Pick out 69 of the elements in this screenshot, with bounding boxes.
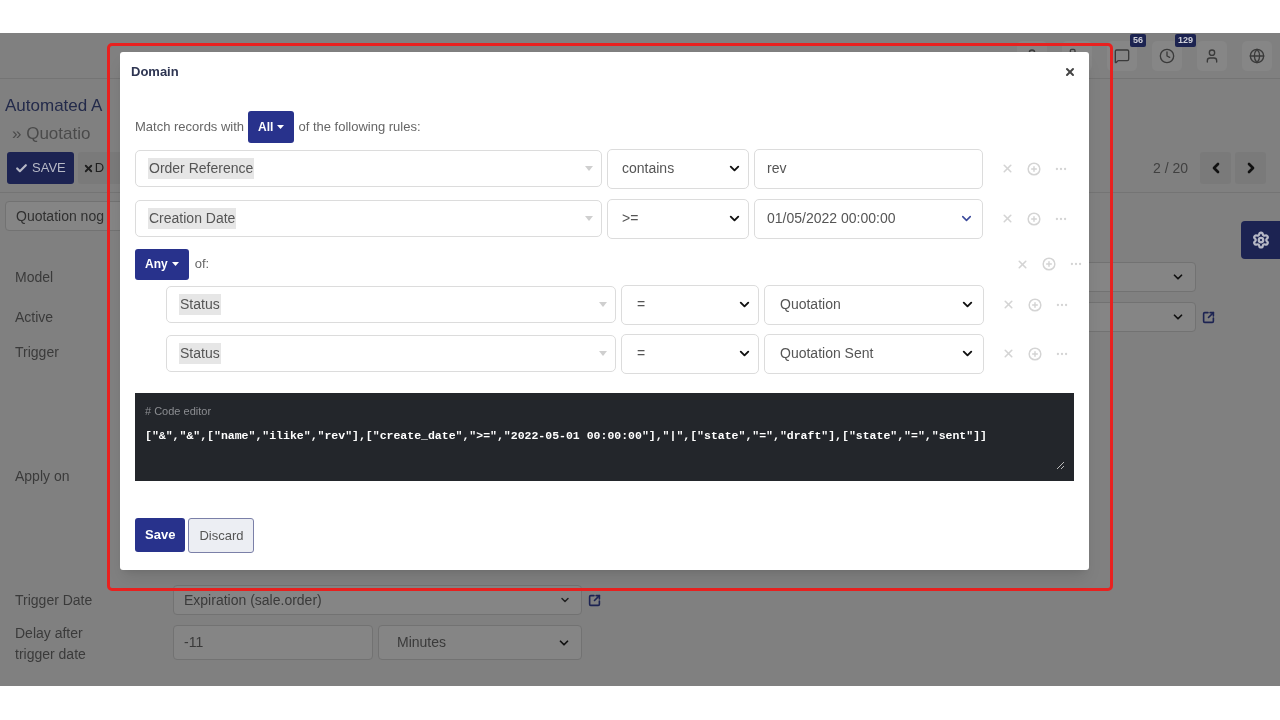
discard-button[interactable]: Discard [188,518,255,553]
field-select[interactable]: Status [166,335,616,372]
code-editor[interactable]: # Code editor ["&","&",["name","ilike","rev"],["create_date",">=","2022-05-01 00:00:00"],"|",["state","=","draft"],["state","=","sent"]] [135,393,1074,481]
any-dropdown[interactable]: Any [135,248,189,280]
topbar-button[interactable] [1197,40,1227,71]
group-label: of: [194,255,210,274]
date-field[interactable]: 01/05/2022 00:00:00 [754,198,983,239]
caret-icon [585,166,593,171]
avatar-icon [1204,47,1220,64]
delete-icon[interactable] [1002,298,1015,311]
close-icon [82,162,94,174]
caret-icon [599,351,607,356]
match-label: Match records with [135,118,245,137]
caret-icon [585,216,593,221]
dialog-title: Domain [131,63,179,82]
match-label: of the following rules: [298,118,421,137]
close-icon[interactable] [1064,66,1076,78]
save-button[interactable]: SAVE [7,152,74,184]
next-button[interactable] [1235,152,1266,184]
operator-select[interactable]: >= [607,198,749,239]
topbar-button[interactable] [1242,40,1272,71]
operator-select[interactable]: contains [607,148,749,189]
field-label: Active [15,307,54,327]
delete-icon[interactable] [1001,212,1014,225]
field-label: Apply on [15,466,70,486]
field-label: Trigger Date [15,590,93,610]
code-editor-label: # Code editor [145,404,213,419]
clock-icon [1159,47,1175,64]
field-label: Model [15,267,54,287]
resize-handle-icon[interactable] [1056,461,1064,469]
field-chip: Status [179,343,221,364]
operator-select[interactable]: = [621,284,759,325]
value-select[interactable]: Quotation [764,284,984,325]
check-icon [15,161,28,175]
delete-icon[interactable] [1002,347,1015,360]
field-label: Delay after trigger date [15,624,87,664]
delete-icon[interactable] [1001,162,1014,175]
previous-button[interactable] [1200,152,1231,184]
pager: 2 / 20 [1152,158,1188,178]
all-dropdown[interactable]: All [248,111,295,143]
field-select[interactable]: Order Reference [135,150,602,187]
field-chip: Order Reference [148,158,255,179]
count-badge: 129 [1175,33,1197,47]
settings-button[interactable] [1241,221,1280,259]
operator-select[interactable]: = [621,333,759,374]
globe-icon [1249,47,1265,64]
value-select[interactable]: Quotation Sent [764,333,984,374]
field-select[interactable]: Status [166,286,616,323]
value-field[interactable]: rev [754,148,983,189]
field-chip: Creation Date [148,208,237,229]
save-button[interactable]: Save [135,518,186,552]
page-title: Automated A [5,95,104,117]
field-label: Trigger [15,342,59,362]
add-icon[interactable] [1027,161,1041,176]
caret-icon [599,302,607,307]
add-icon[interactable] [1028,346,1042,361]
chat-icon [1114,47,1130,64]
add-icon[interactable] [1027,211,1041,226]
domain-code: ["&","&",["name","ilike","rev"],["create_date",">=","2022-05-01 00:00:00"],"|",["state","=","draft"],["state","=","sent"]] [145,427,988,444]
field-select[interactable]: Creation Date [135,200,602,237]
external-link-icon[interactable] [1202,310,1215,324]
external-link-icon[interactable] [588,593,601,607]
count-badge: 56 [1130,33,1146,47]
add-icon[interactable] [1042,257,1057,271]
caret-icon [277,125,285,129]
add-icon[interactable] [1028,297,1042,312]
field-chip: Status [179,294,221,315]
caret-icon [171,262,179,266]
gear-icon [1251,231,1270,249]
